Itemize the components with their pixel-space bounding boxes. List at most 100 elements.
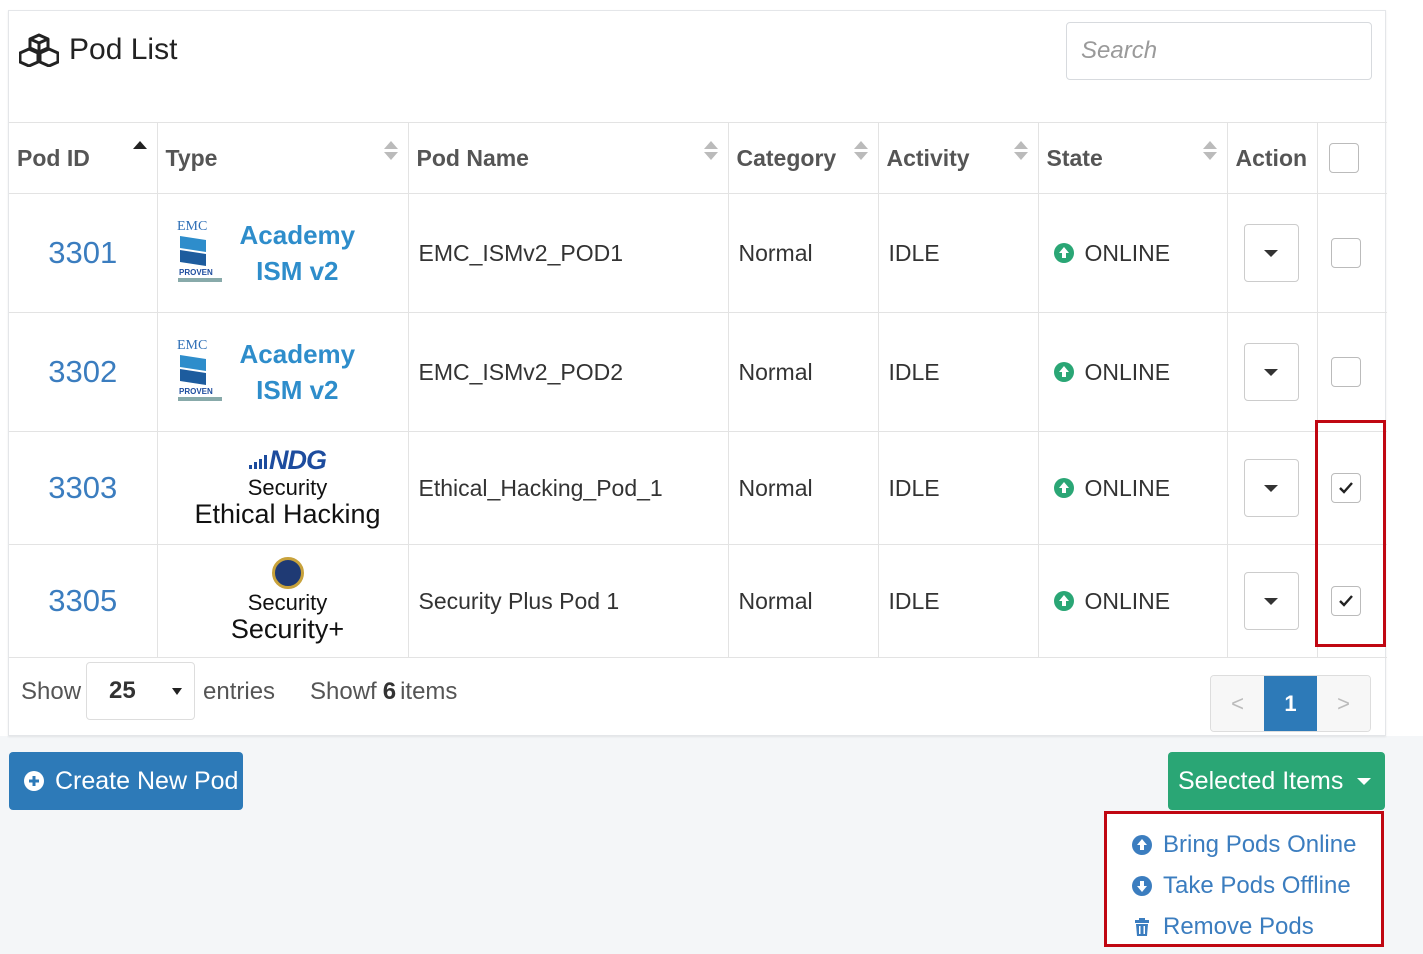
category-cell: Normal [728,193,879,313]
pod-list-panel: Pod List Pod ID Type Pod Name Category A… [8,10,1387,737]
activity-cell: IDLE [878,312,1039,432]
type-label[interactable]: Security Security+ [168,557,408,645]
menu-item-bring-online[interactable]: Bring Pods Online [1107,824,1381,865]
plus-circle-icon [24,771,44,791]
pod-id-cell: 3302 [9,312,158,432]
column-header-pod-name[interactable]: Pod Name [408,122,729,194]
row-checkbox[interactable] [1330,238,1361,268]
pagination-page-1[interactable]: 1 [1264,676,1317,731]
selected-items-menu: Bring Pods Online Take Pods Offline Remo… [1104,811,1384,947]
circle-arrow-up-icon [1053,362,1074,382]
pod-id-link[interactable]: 3302 [48,354,117,389]
pod-id-link[interactable]: 3305 [48,583,117,618]
svg-text:PROVEN: PROVEN [179,387,213,396]
row-checkbox[interactable] [1330,357,1361,387]
menu-item-take-offline[interactable]: Take Pods Offline [1107,865,1381,906]
pod-id-cell: 3305 [9,544,158,658]
state-cell: ONLINE [1038,193,1228,313]
highlight-checked-rows [1315,420,1386,647]
type-cell: NDG Security Ethical Hacking [157,431,409,545]
pagination-prev[interactable]: < [1211,676,1264,731]
category-cell: Normal [728,312,879,432]
action-cell [1227,544,1318,658]
table-row: 3302 EMC PROVEN Academy ISM v2 EMC_ISMv2… [9,312,1387,432]
select-all-checkbox[interactable] [1328,143,1359,173]
caret-down-icon [1264,597,1278,605]
caret-down-icon [1264,368,1278,376]
caret-down-icon [1264,484,1278,492]
type-label[interactable]: Academy ISM v2 [240,217,356,289]
type-cell: EMC PROVEN Academy ISM v2 [157,312,409,432]
action-cell [1227,431,1318,545]
signal-bars-icon [249,455,267,470]
entries-label: entries [203,678,276,705]
action-cell [1227,193,1318,313]
table-row: 3305 Security Security+ Security Plus Po… [9,544,1387,658]
cubes-icon [19,33,59,67]
column-header-action: Action [1227,122,1318,194]
table-footer: Show 25 entries Showf 6 items < 1 > [9,662,1387,737]
state-cell: ONLINE [1038,431,1228,545]
pod-id-link[interactable]: 3303 [48,470,117,505]
select-cell [1317,193,1387,313]
trash-icon [1135,917,1149,936]
column-header-state[interactable]: State [1038,122,1228,194]
state-label: ONLINE [1084,358,1171,385]
sort-asc-icon [132,141,147,165]
type-cell: Security Security+ [157,544,409,658]
ndg-logo: NDG [168,445,408,476]
select-all-cell [1317,122,1387,194]
search-input[interactable] [1066,22,1372,80]
state-label: ONLINE [1084,474,1171,501]
column-header-pod-id[interactable]: Pod ID [9,122,158,194]
table-row: 3301 EMC PROVEN Academy ISM v2 EMC_ISMv2… [9,193,1387,313]
pagination: < 1 > [1210,675,1371,732]
state-label: ONLINE [1084,587,1171,614]
pagination-next[interactable]: > [1317,676,1370,731]
category-cell: Normal [728,431,879,545]
type-label[interactable]: Academy ISM v2 [240,336,356,408]
select-cell [1317,312,1387,432]
emc-proven-logo-icon: EMC PROVEN [177,219,222,282]
row-action-dropdown[interactable] [1243,572,1299,630]
pod-name-cell: Ethical_Hacking_Pod_1 [408,431,729,545]
column-header-activity[interactable]: Activity [878,122,1039,194]
sort-icon [1013,141,1028,165]
pod-name-cell: EMC_ISMv2_POD2 [408,312,729,432]
pod-table: Pod ID Type Pod Name Category Activity S… [9,122,1387,658]
circle-arrow-up-icon [1132,834,1152,855]
column-header-category[interactable]: Category [728,122,879,194]
menu-item-remove-pods[interactable]: Remove Pods [1107,906,1381,947]
row-action-dropdown[interactable] [1243,343,1299,401]
sort-icon [1202,141,1217,165]
row-action-dropdown[interactable] [1243,459,1299,517]
row-action-dropdown[interactable] [1243,224,1299,282]
pod-name-cell: Security Plus Pod 1 [408,544,729,658]
show-label: Show [21,678,82,705]
caret-down-icon [1264,249,1278,257]
sort-icon [383,141,398,165]
circle-arrow-up-icon [1053,478,1074,498]
state-label: ONLINE [1084,239,1171,266]
pod-id-link[interactable]: 3301 [48,235,117,270]
emc-proven-logo-icon: EMC PROVEN [177,338,222,401]
selected-items-button[interactable]: Selected Items [1168,752,1385,810]
action-cell [1227,312,1318,432]
panel-header: Pod List [19,33,177,67]
state-cell: ONLINE [1038,544,1228,658]
svg-text:EMC: EMC [177,338,207,353]
showing-info: Showf 6 items [310,678,458,705]
pod-id-cell: 3303 [9,431,158,545]
create-new-pod-button[interactable]: Create New Pod [9,752,243,810]
circle-arrow-up-icon [1053,591,1074,611]
page-size-select[interactable]: 25 [86,662,195,720]
column-header-type[interactable]: Type [157,122,409,194]
circle-arrow-down-icon [1132,875,1152,896]
pod-id-cell: 3301 [9,193,158,313]
sort-icon [853,141,868,165]
svg-text:EMC: EMC [177,219,207,234]
pod-name-cell: EMC_ISMv2_POD1 [408,193,729,313]
circle-arrow-up-icon [1053,243,1074,263]
activity-cell: IDLE [878,431,1039,545]
type-label[interactable]: NDG Security Ethical Hacking [168,445,408,530]
